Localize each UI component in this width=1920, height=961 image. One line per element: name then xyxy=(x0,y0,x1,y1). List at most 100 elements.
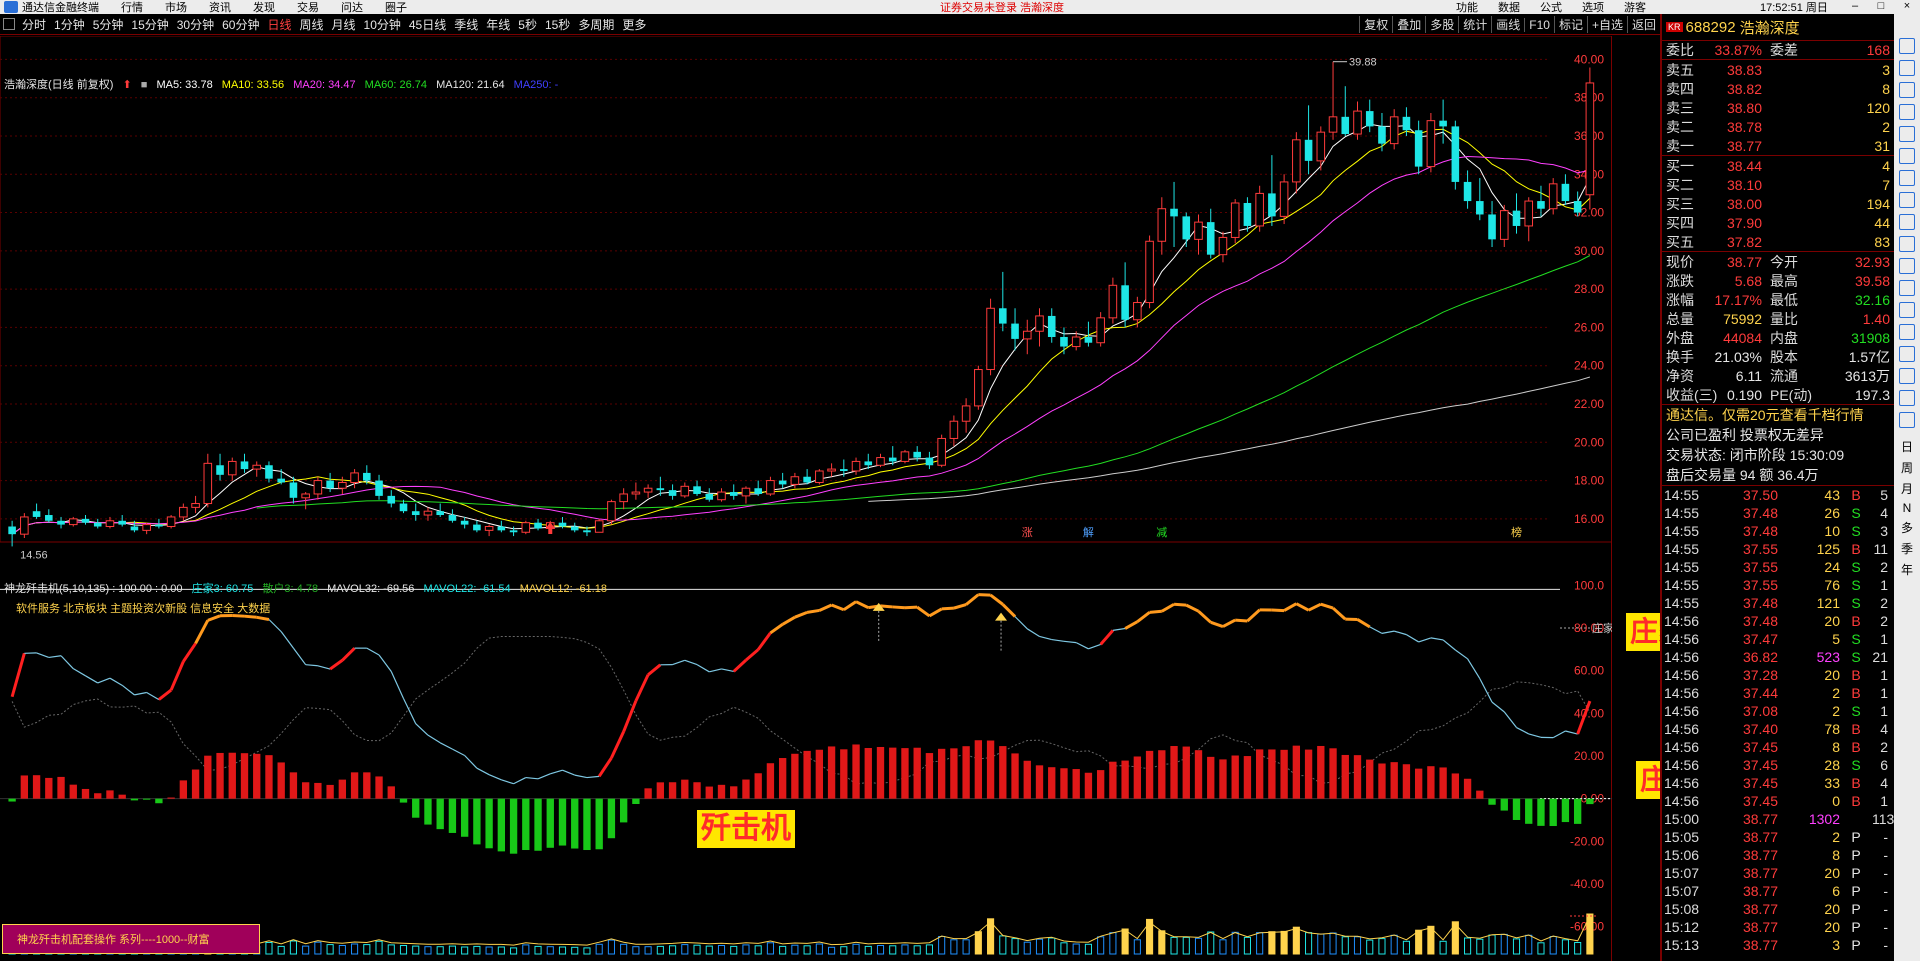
bid-row[interactable]: 买二 38.10 7 xyxy=(1662,175,1894,194)
energy-bar xyxy=(632,798,640,805)
toolbar-button[interactable]: 统计 xyxy=(1458,16,1491,33)
period-tab[interactable]: 周线 xyxy=(295,16,327,33)
tool-icon[interactable] xyxy=(1899,170,1915,186)
period-tab[interactable]: 10分钟 xyxy=(360,16,405,33)
event-mark: 涨 xyxy=(1022,526,1033,539)
sidebar-period-button[interactable]: 多 xyxy=(1901,519,1913,536)
bid-row[interactable]: 买五 37.82 83 xyxy=(1662,232,1894,251)
tick-volume: 20 xyxy=(1824,901,1840,917)
toolbar-button[interactable]: 返回 xyxy=(1626,16,1660,33)
bid-row[interactable]: 买一 38.44 4 xyxy=(1662,156,1894,175)
bid-row[interactable]: 买三 38.00 194 xyxy=(1662,194,1894,213)
tick-count: 2 xyxy=(1880,739,1888,755)
sidebar-period-button[interactable]: N xyxy=(1903,501,1912,515)
tool-icon[interactable] xyxy=(1899,104,1915,120)
toolbar-button[interactable]: 标记 xyxy=(1553,16,1587,33)
ask-row[interactable]: 卖四 38.82 8 xyxy=(1662,79,1894,98)
tool-icon[interactable] xyxy=(1899,126,1915,142)
layout-toggle-icon[interactable] xyxy=(3,18,15,30)
period-tab[interactable]: 日线 xyxy=(263,16,295,33)
period-tab[interactable]: 月线 xyxy=(328,16,360,33)
tool-icon[interactable] xyxy=(1899,368,1915,384)
user-label[interactable]: 游客 xyxy=(1624,0,1646,14)
volume-bar xyxy=(1341,936,1349,955)
tool-icon[interactable] xyxy=(1899,82,1915,98)
tick-list[interactable]: 14:55 37.50 43 B 5 14:55 37.48 26 S 4 14:55 37.48 10… xyxy=(1662,485,1894,954)
menu-item[interactable]: 交易 xyxy=(297,0,319,14)
period-tab[interactable]: 5秒 xyxy=(514,16,541,33)
candle-up xyxy=(851,460,861,472)
tool-icon[interactable] xyxy=(1899,390,1915,406)
close-icon[interactable]: × xyxy=(1894,0,1920,12)
period-tab[interactable]: 年线 xyxy=(482,16,514,33)
menu-item[interactable]: 数据 xyxy=(1498,0,1520,14)
period-tab[interactable]: 60分钟 xyxy=(218,16,263,33)
period-tab[interactable]: 1分钟 xyxy=(50,16,89,33)
candle-up xyxy=(338,481,347,489)
info-line[interactable]: 通达信。仅需20元查看千档行情 xyxy=(1662,405,1894,425)
chart-canvas[interactable]: 40.0038.0036.0034.0032.0030.0028.0026.00… xyxy=(0,36,1612,961)
sidebar-period-button[interactable]: 年 xyxy=(1901,561,1913,578)
tool-icon[interactable] xyxy=(1899,324,1915,340)
ask-row[interactable]: 卖五 38.83 3 xyxy=(1662,60,1894,79)
menu-item[interactable]: 资讯 xyxy=(209,0,231,14)
tool-icon[interactable] xyxy=(1899,38,1915,54)
period-tab[interactable]: 15分钟 xyxy=(127,16,172,33)
chart-area[interactable]: 40.0038.0036.0034.0032.0030.0028.0026.00… xyxy=(0,36,1612,961)
volume-bar xyxy=(913,945,921,955)
toolbar-button[interactable]: 叠加 xyxy=(1392,16,1425,33)
menu-item[interactable]: 功能 xyxy=(1456,0,1478,14)
tool-icon[interactable] xyxy=(1899,302,1915,318)
minimize-icon[interactable]: – xyxy=(1842,0,1868,12)
stat-value: 1.40 xyxy=(1862,310,1890,327)
bid-row[interactable]: 买四 37.90 44 xyxy=(1662,213,1894,232)
menu-item[interactable]: 公式 xyxy=(1540,0,1562,14)
toolbar-button[interactable]: 画线 xyxy=(1491,16,1524,33)
tool-icon[interactable] xyxy=(1899,60,1915,76)
period-tab[interactable]: 更多 xyxy=(618,16,650,33)
promo-banner[interactable]: 神龙歼击机配套操作 系列----1000--财富 xyxy=(2,924,260,954)
tick-count: 1 xyxy=(1880,793,1888,809)
ask-row[interactable]: 卖三 38.80 120 xyxy=(1662,98,1894,117)
toolbar-button[interactable]: 复权 xyxy=(1359,16,1392,33)
sidebar-period-button[interactable]: 日 xyxy=(1901,438,1913,455)
stat-label: 流通 xyxy=(1770,367,1798,384)
tool-icon[interactable] xyxy=(1899,148,1915,164)
tool-icon[interactable] xyxy=(1899,280,1915,296)
sidebar-period-button[interactable]: 季 xyxy=(1901,540,1913,557)
toolbar-button[interactable]: 多股 xyxy=(1425,16,1458,33)
period-tab[interactable]: 5分钟 xyxy=(89,16,128,33)
menu-item[interactable]: 市场 xyxy=(165,0,187,14)
tool-icon[interactable] xyxy=(1899,346,1915,362)
tool-icon[interactable] xyxy=(1899,192,1915,208)
volume-bar xyxy=(1072,943,1080,955)
toolbar-button[interactable]: +自选 xyxy=(1586,16,1627,33)
period-tab[interactable]: 45日线 xyxy=(405,16,450,33)
period-tab[interactable]: 分时 xyxy=(18,16,50,33)
period-tab[interactable]: 多周期 xyxy=(574,16,618,33)
menu-item[interactable]: 选项 xyxy=(1582,0,1604,14)
ask-row[interactable]: 卖一 38.77 31 xyxy=(1662,136,1894,155)
toolbar-button[interactable]: F10 xyxy=(1524,17,1554,32)
ma-toggle-icon[interactable]: ■ xyxy=(141,79,148,91)
login-notice[interactable]: 证券交易未登录 浩瀚深度 xyxy=(940,0,1064,14)
menu-item[interactable]: 圈子 xyxy=(385,0,407,14)
menu-item[interactable]: 问达 xyxy=(341,0,363,14)
tool-icon[interactable] xyxy=(1899,258,1915,274)
tool-icon[interactable] xyxy=(1899,412,1915,428)
maximize-icon[interactable]: □ xyxy=(1868,0,1894,12)
ask-row[interactable]: 卖二 38.78 2 xyxy=(1662,117,1894,136)
menu-item[interactable]: 行情 xyxy=(121,0,143,14)
menu-item[interactable]: 发现 xyxy=(253,0,275,14)
sidebar-period-button[interactable]: 月 xyxy=(1901,480,1913,497)
sidebar-period-button[interactable]: 周 xyxy=(1901,459,1913,476)
period-tab[interactable]: 15秒 xyxy=(541,16,574,33)
tool-icon[interactable] xyxy=(1899,236,1915,252)
period-tab[interactable]: 季线 xyxy=(450,16,482,33)
ma60-line xyxy=(256,255,1591,510)
volume-bar xyxy=(803,945,811,955)
period-tab[interactable]: 30分钟 xyxy=(173,16,218,33)
tick-row: 14:56 36.82 523 S 21 xyxy=(1662,648,1894,666)
tool-icon[interactable] xyxy=(1899,214,1915,230)
indicator-name[interactable]: 神龙歼击机(5,10,135) : 100.00 : 0.00 xyxy=(4,583,183,595)
